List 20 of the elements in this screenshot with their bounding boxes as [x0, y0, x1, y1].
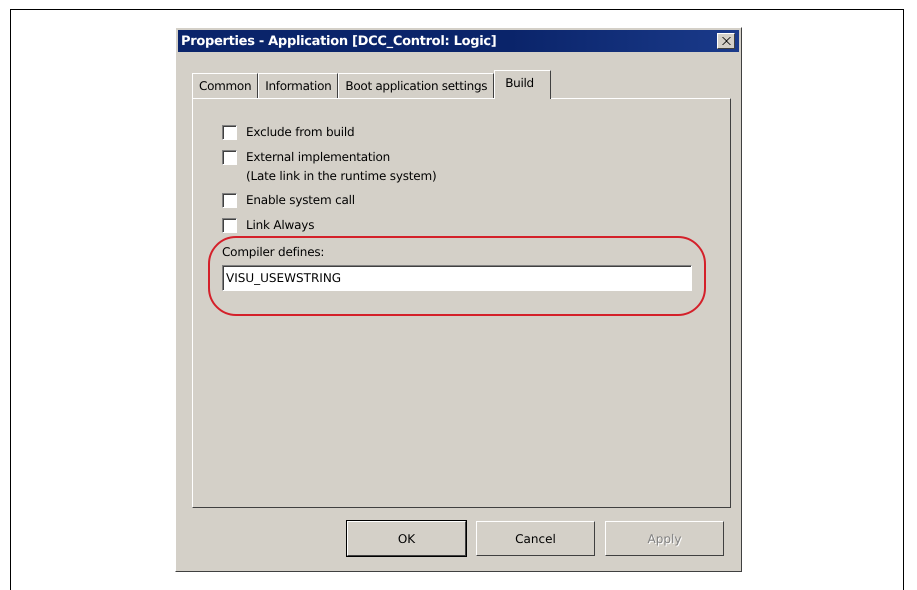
dialog-button[interactable]: Cancel: [476, 521, 595, 556]
checkbox-note: (Late link in the runtime system): [246, 169, 436, 183]
checkbox[interactable]: [222, 218, 237, 233]
window-title: Properties - Application [DCC_Control: Logic]: [181, 34, 496, 48]
tab[interactable]: Boot application settings: [338, 73, 494, 98]
tab[interactable]: Common: [192, 73, 258, 98]
field-label: Compiler defines:: [222, 245, 326, 259]
close-icon: [722, 37, 730, 45]
checkbox-label: Link Always: [246, 218, 314, 232]
checkbox[interactable]: [222, 193, 237, 208]
checkbox[interactable]: [222, 150, 237, 165]
checkbox-label: Exclude from build: [246, 125, 354, 139]
checkbox-label: Enable system call: [246, 193, 355, 207]
checkbox-label: External implementation: [246, 150, 392, 164]
close-button[interactable]: [717, 33, 735, 49]
tab[interactable]: Information: [258, 73, 338, 98]
checkbox[interactable]: [222, 125, 237, 140]
dialog-button[interactable]: OK: [347, 521, 466, 556]
tab[interactable]: Build: [494, 70, 551, 99]
input-field[interactable]: VISU_USEWSTRING: [222, 265, 692, 291]
